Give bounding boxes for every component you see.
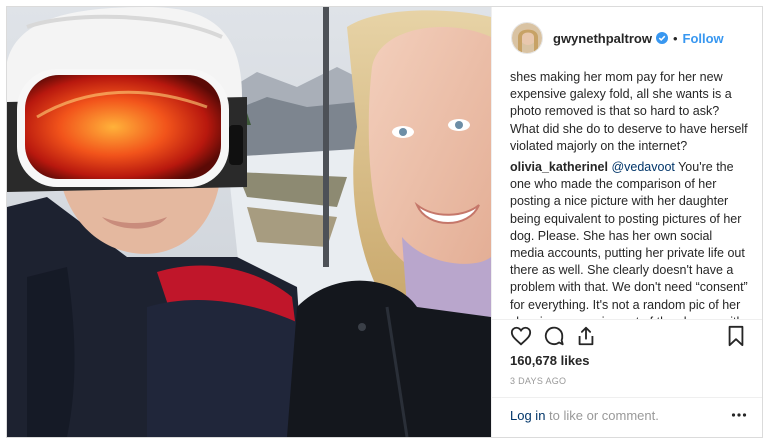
divider (492, 319, 762, 320)
login-prompt: Log in to like or comment. (510, 408, 659, 423)
divider (492, 397, 762, 398)
avatar[interactable] (511, 22, 543, 54)
avatar-image (512, 23, 542, 53)
heart-icon[interactable] (510, 325, 532, 347)
post-photo (7, 7, 491, 437)
login-link[interactable]: Log in (510, 408, 545, 423)
action-bar (510, 325, 746, 351)
post-sidebar: gwynethpaltrow • Follow shes making her … (491, 7, 762, 437)
post-header: gwynethpaltrow • Follow (492, 7, 762, 69)
likes-count[interactable]: 160,678 likes (510, 353, 590, 368)
post-timestamp[interactable]: 3 DAYS AGO (510, 376, 566, 386)
comment-bubble-icon[interactable] (543, 325, 565, 347)
login-prompt-text: to like or comment. (545, 408, 659, 423)
separator-dot: • (672, 30, 678, 46)
bookmark-icon[interactable] (726, 325, 746, 347)
comment-username[interactable]: olivia_katherinel (510, 160, 608, 174)
comment-mention[interactable]: @vedavoot (611, 160, 674, 174)
post-username[interactable]: gwynethpaltrow (553, 31, 652, 46)
page-frame: gwynethpaltrow • Follow shes making her … (0, 0, 768, 443)
instagram-post-card: gwynethpaltrow • Follow shes making her … (6, 6, 763, 438)
follow-button[interactable]: Follow (683, 31, 724, 46)
more-options-icon[interactable] (731, 410, 747, 420)
comment-item: olivia_katherinel @vedavoot You're the o… (510, 159, 748, 319)
verified-badge-icon (655, 32, 668, 44)
share-icon[interactable] (575, 325, 597, 347)
selfie-image (7, 7, 491, 437)
comment-item: shes making her mom pay for her new expe… (510, 69, 748, 155)
comments-list: shes making her mom pay for her new expe… (510, 69, 748, 319)
comment-text: You're the one who made the comparison o… (510, 160, 748, 319)
comment-text: shes making her mom pay for her new expe… (510, 70, 748, 153)
